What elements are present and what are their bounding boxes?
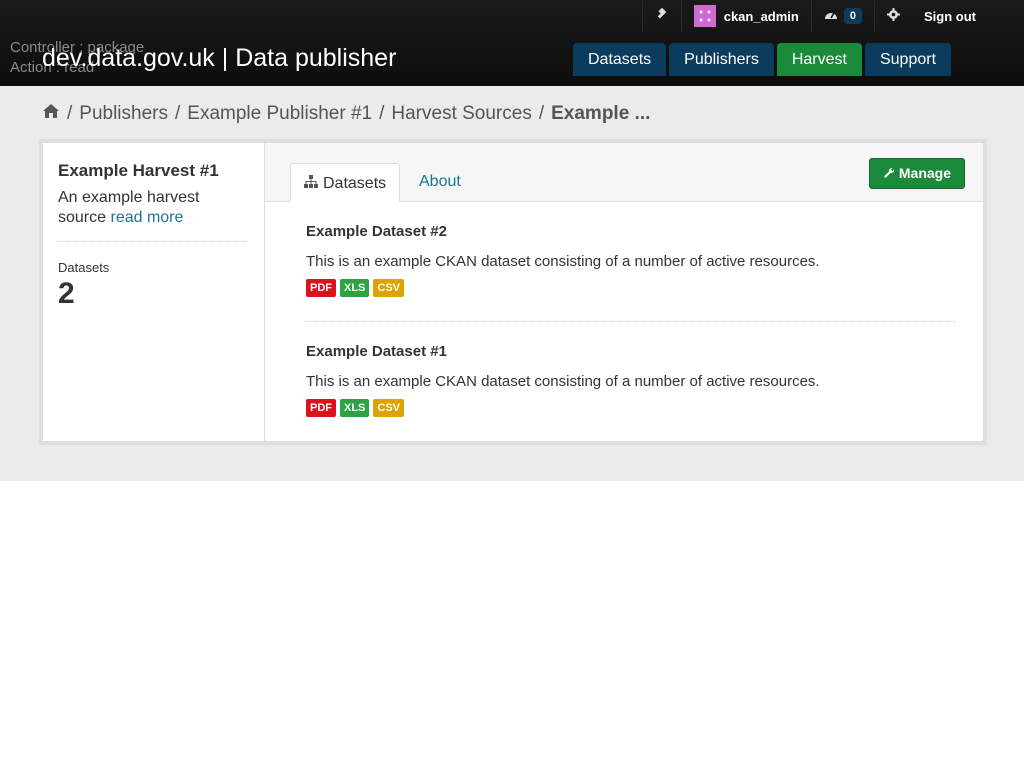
wrench-icon [883,165,899,181]
avatar [693,5,716,27]
format-badge-pdf[interactable]: PDF [306,279,336,297]
dashboard-icon [824,9,838,24]
dataset-item: Example Dataset #2 This is an example CK… [306,223,958,297]
format-badge-csv[interactable]: CSV [373,279,405,297]
breadcrumb-harvest-sources[interactable]: Harvest Sources [391,103,531,125]
home-icon[interactable] [42,103,60,125]
tab-bar: Datasets About Manage [265,143,983,202]
harvest-source-panel: Example Harvest #1 An example harvest so… [42,142,984,442]
breadcrumb-separator: / [379,103,385,124]
tab-datasets-label: Datasets [323,175,387,192]
breadcrumb: / Publishers / Example Publisher #1 / Ha… [42,103,650,125]
masthead: ckan_admin 0 Sign out Controller : packa… [0,0,1024,86]
tab-about[interactable]: About [406,163,474,200]
datasets-count-label: Datasets [58,260,110,275]
sitemap-icon [304,164,318,202]
account-bar: ckan_admin 0 Sign out [641,0,988,32]
dataset-title-link[interactable]: Example Dataset #2 [306,223,958,245]
harvest-source-content: Datasets About Manage Example Dataset #2… [265,143,983,441]
breadcrumb-separator: / [67,103,73,124]
sidebar-divider [58,241,248,242]
sign-out-link[interactable]: Sign out [912,0,988,32]
format-badge-pdf[interactable]: PDF [306,399,336,417]
dashboard-link[interactable]: 0 [810,0,874,32]
settings-link[interactable] [874,0,912,32]
dataset-formats: PDF XLS CSV [306,279,958,297]
dataset-divider [306,321,956,322]
breadcrumb-separator: / [538,103,545,124]
breadcrumb-current[interactable]: Example ... [551,103,650,125]
dataset-title-link[interactable]: Example Dataset #1 [306,343,958,365]
read-more-link[interactable]: read more [110,209,183,226]
breadcrumb-separator: / [175,103,181,124]
manage-button[interactable]: Manage [868,158,965,189]
nav-harvest[interactable]: Harvest [776,43,862,76]
datasets-count-value: 2 [58,277,75,310]
gear-icon [887,8,900,24]
username: ckan_admin [723,8,799,24]
breadcrumb-publishers[interactable]: Publishers [79,103,168,125]
site-title[interactable]: dev.data.gov.uk | Data publisher [42,44,396,73]
nav-support[interactable]: Support [864,43,952,76]
harvest-source-description: An example harvest source read more [58,188,238,228]
format-badge-csv[interactable]: CSV [373,399,405,417]
format-badge-xls[interactable]: XLS [340,399,370,417]
dataset-formats: PDF XLS CSV [306,399,958,417]
format-badge-xls[interactable]: XLS [340,279,370,297]
dataset-item: Example Dataset #1 This is an example CK… [306,343,958,417]
sysadmin-link[interactable] [641,0,681,32]
sign-out-label: Sign out [924,8,976,24]
manage-label: Manage [898,165,951,181]
user-profile-link[interactable]: ckan_admin [680,0,811,32]
nav-datasets[interactable]: Datasets [573,43,667,76]
tab-datasets[interactable]: Datasets [290,163,401,202]
gavel-icon [655,7,669,25]
dataset-description: This is an example CKAN dataset consisti… [306,253,820,270]
dashboard-count-badge: 0 [843,8,862,24]
harvest-source-sidebar: Example Harvest #1 An example harvest so… [43,143,265,441]
breadcrumb-publisher[interactable]: Example Publisher #1 [187,103,372,125]
nav-publishers[interactable]: Publishers [669,43,774,76]
harvest-source-title: Example Harvest #1 [58,161,219,180]
dataset-description: This is an example CKAN dataset consisti… [306,373,820,390]
main-nav: Datasets Publishers Harvest Support [573,43,952,76]
